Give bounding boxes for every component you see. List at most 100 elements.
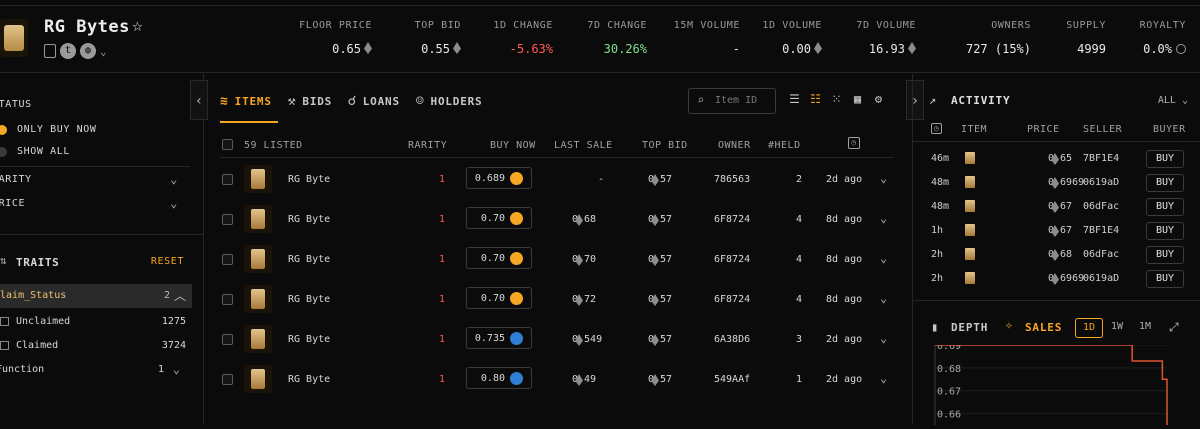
item-id-search[interactable]: ⌕ Item ID [688, 88, 776, 114]
activity-row[interactable]: 1h 0.67 7BF1E4 BUY [913, 219, 1200, 243]
buy-button[interactable]: BUY [1146, 198, 1184, 216]
checkbox[interactable] [0, 341, 9, 350]
row-checkbox[interactable] [222, 254, 233, 265]
grid-small-icon[interactable]: ⁙ [830, 93, 843, 106]
chevron-down-icon[interactable]: ⌄ [100, 45, 107, 58]
y-tick-label: 0.66 [937, 410, 961, 421]
listed-time: 8d ago [826, 294, 863, 305]
select-all-checkbox[interactable] [222, 139, 233, 150]
clock-icon[interactable]: ◷ [848, 137, 860, 149]
owner[interactable]: 6F8724 [714, 214, 750, 225]
reset-button[interactable]: RESET [151, 256, 184, 267]
item-thumbnail[interactable] [965, 224, 975, 236]
item-thumbnail[interactable] [244, 165, 272, 193]
item-thumbnail[interactable] [965, 272, 975, 284]
list-view-icon[interactable]: ☰ [788, 93, 801, 106]
filter-sidebar: STATUS ONLY BUY NOW SHOW ALL RARITY ⌄ PR… [0, 74, 204, 424]
tab-bids[interactable]: ⚒ BIDS [288, 94, 332, 109]
status-only-buy-now[interactable]: ONLY BUY NOW [0, 124, 96, 135]
table-row[interactable]: RG Byte 1 0.735 0.549 0.57 6A38D6 3 2d ago ⌄ [220, 320, 894, 360]
buy-now-button[interactable]: 0.70 [466, 207, 532, 229]
item-thumbnail[interactable] [244, 365, 272, 393]
activity-filter-dropdown[interactable]: ALL ⌄ [1158, 95, 1188, 106]
activity-seller[interactable]: 7BF1E4 [1083, 225, 1119, 236]
item-thumbnail[interactable] [244, 205, 272, 233]
favorite-star-icon[interactable]: ☆ [132, 15, 143, 36]
expand-icon[interactable]: ⤢ [1169, 320, 1179, 335]
row-checkbox[interactable] [222, 334, 233, 345]
table-row[interactable]: RG Byte 1 0.80 0.49 0.57 549AAf 1 2d ago ⌄ [220, 360, 894, 400]
globe-icon[interactable]: ◍ [80, 43, 96, 59]
chevron-down-icon[interactable]: ⌄ [880, 211, 887, 225]
buy-now-button[interactable]: 0.80 [466, 367, 532, 389]
table-row[interactable]: RG Byte 1 0.70 0.68 0.57 6F8724 4 8d ago ⌄ [220, 200, 894, 240]
activity-seller[interactable]: 06dFac [1083, 249, 1119, 260]
tab-holders[interactable]: ☺ HOLDERS [416, 94, 483, 109]
buy-now-button[interactable]: 0.689 [466, 167, 532, 189]
status-show-all[interactable]: SHOW ALL [0, 146, 70, 157]
range-1m[interactable]: 1M [1133, 318, 1157, 338]
table-row[interactable]: RG Byte 1 0.70 0.70 0.57 6F8724 4 8d ago ⌄ [220, 240, 894, 280]
row-checkbox[interactable] [222, 214, 233, 225]
item-thumbnail[interactable] [965, 200, 975, 212]
copy-icon[interactable] [44, 44, 56, 58]
clock-icon[interactable]: ◷ [931, 123, 942, 134]
buy-button[interactable]: BUY [1146, 270, 1184, 288]
activity-row[interactable]: 48m 0.6969 0619aD BUY [913, 171, 1200, 195]
activity-seller[interactable]: 0619aD [1083, 273, 1119, 284]
buy-button[interactable]: BUY [1146, 174, 1184, 192]
table-row[interactable]: RG Byte 1 0.689-0.57 786563 2 2d ago ⌄ [220, 160, 894, 200]
item-thumbnail[interactable] [244, 285, 272, 313]
table-row[interactable]: RG Byte 1 0.70 0.72 0.57 6F8724 4 8d ago ⌄ [220, 280, 894, 320]
row-checkbox[interactable] [222, 374, 233, 385]
activity-seller[interactable]: 7BF1E4 [1083, 153, 1119, 164]
settings-gear-icon[interactable]: ⚙ [872, 93, 885, 106]
owner[interactable]: 786563 [714, 174, 750, 185]
rarity-filter[interactable]: RARITY ⌄ [0, 172, 182, 186]
item-thumbnail[interactable] [965, 176, 975, 188]
collapse-left-icon[interactable]: ‹ [190, 80, 208, 120]
owner[interactable]: 6F8724 [714, 294, 750, 305]
buy-now-button[interactable]: 0.735 [466, 327, 532, 349]
row-checkbox[interactable] [222, 174, 233, 185]
chevron-down-icon[interactable]: ⌄ [880, 251, 887, 265]
twitter-icon[interactable]: t [60, 43, 76, 59]
range-1w[interactable]: 1W [1105, 318, 1129, 338]
activity-seller[interactable]: 06dFac [1083, 201, 1119, 212]
tab-depth[interactable]: DEPTH [951, 321, 988, 334]
owner[interactable]: 6F8724 [714, 254, 750, 265]
buy-button[interactable]: BUY [1146, 150, 1184, 168]
activity-seller[interactable]: 0619aD [1083, 177, 1119, 188]
owner[interactable]: 549AAf [714, 374, 750, 385]
activity-row[interactable]: 46m 0.65 7BF1E4 BUY [913, 147, 1200, 171]
price-filter[interactable]: PRICE ⌄ [0, 196, 182, 210]
range-1d[interactable]: 1D [1075, 318, 1103, 338]
grid-large-icon[interactable]: ▦ [851, 93, 864, 106]
activity-row[interactable]: 2h 0.68 06dFac BUY [913, 243, 1200, 267]
chevron-down-icon[interactable]: ⌄ [880, 371, 887, 385]
buy-now-button[interactable]: 0.70 [466, 287, 532, 309]
tab-loans[interactable]: ☌ LOANS [348, 94, 400, 109]
buy-button[interactable]: BUY [1146, 222, 1184, 240]
owner[interactable]: 6A38D6 [714, 334, 750, 345]
activity-row[interactable]: 48m 0.67 06dFac BUY [913, 195, 1200, 219]
chevron-down-icon[interactable]: ⌄ [880, 331, 887, 345]
buy-button[interactable]: BUY [1146, 246, 1184, 264]
trait-claim-status[interactable]: Claim_Status 2 ︿ [0, 284, 192, 308]
item-thumbnail[interactable] [244, 325, 272, 353]
activity-row[interactable]: 2h 0.6969 0619aD BUY [913, 267, 1200, 291]
tab-items[interactable]: ≋ ITEMS [220, 94, 272, 109]
detailed-list-view-icon[interactable]: ☷ [809, 93, 822, 106]
tab-sales[interactable]: SALES [1025, 321, 1062, 334]
listed-time: 2d ago [826, 174, 863, 185]
item-thumbnail[interactable] [965, 152, 975, 164]
checkbox[interactable] [0, 317, 9, 326]
row-checkbox[interactable] [222, 294, 233, 305]
chevron-down-icon[interactable]: ⌄ [880, 171, 887, 185]
chevron-down-icon[interactable]: ⌄ [880, 291, 887, 305]
buy-now-button[interactable]: 0.70 [466, 247, 532, 269]
info-icon[interactable] [1176, 44, 1186, 54]
item-thumbnail[interactable] [244, 245, 272, 273]
item-thumbnail[interactable] [965, 248, 975, 260]
chevron-down-icon: ⌄ [172, 362, 180, 376]
